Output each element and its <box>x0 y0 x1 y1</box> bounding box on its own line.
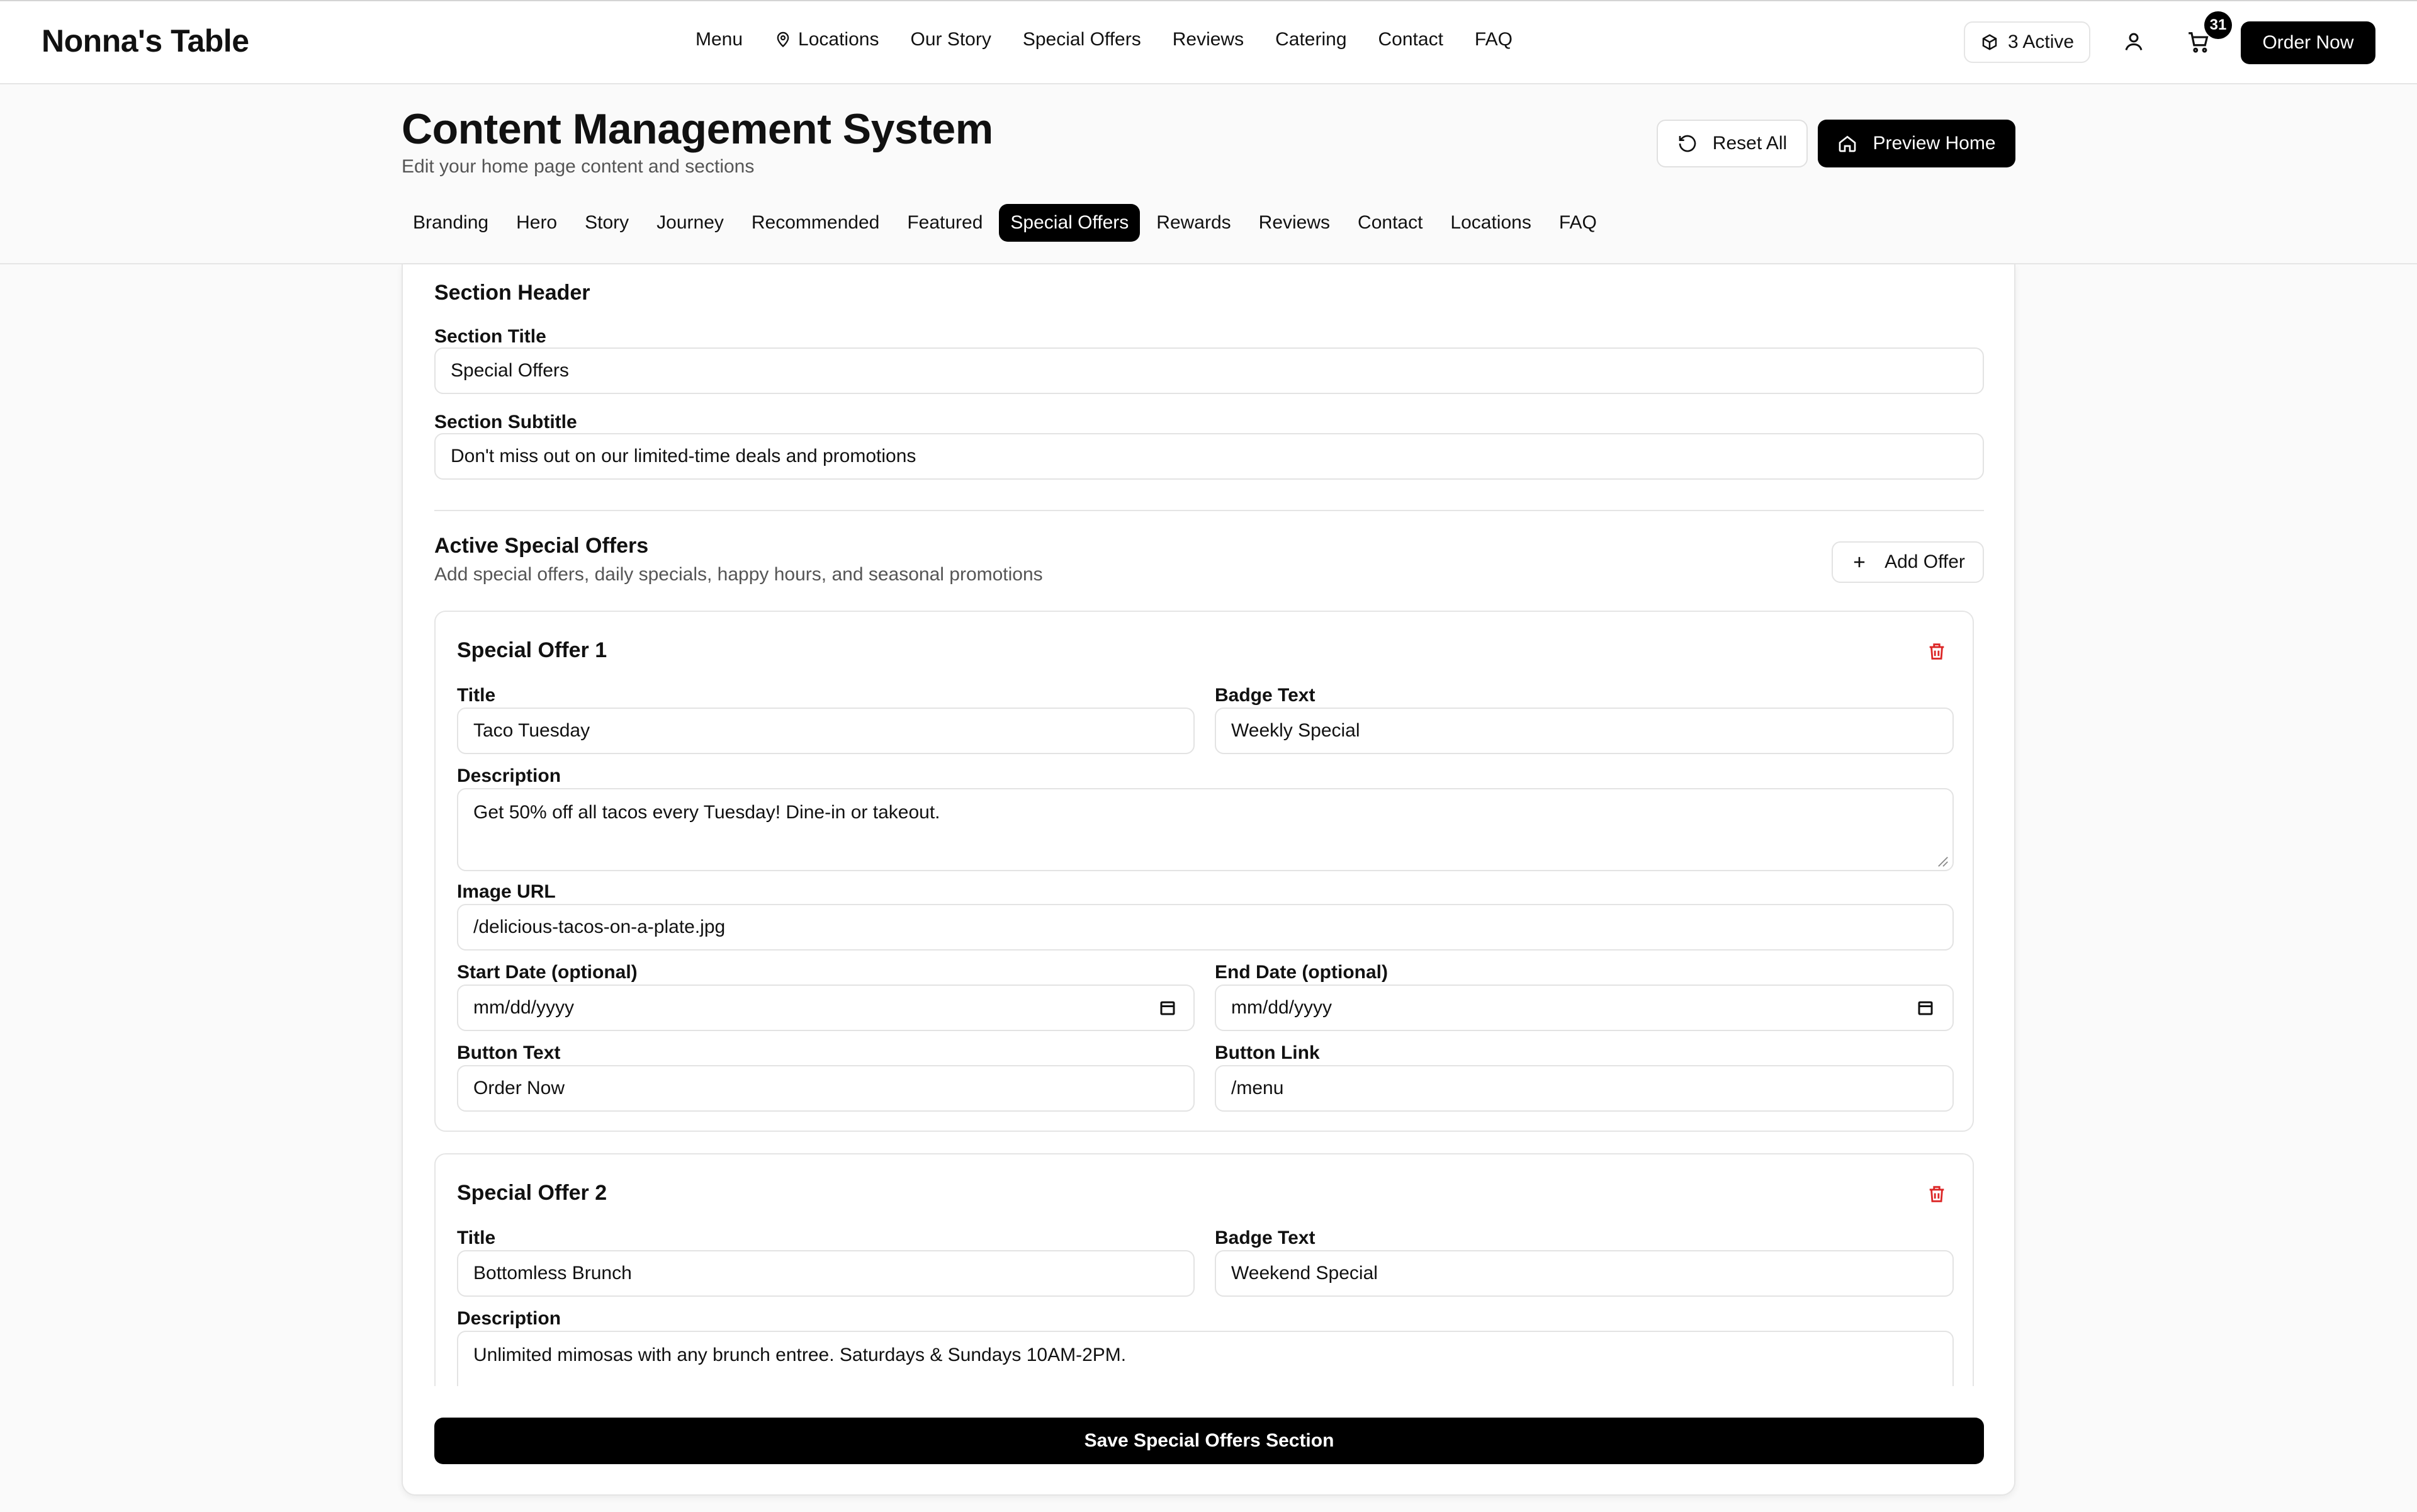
tab-rewards[interactable]: Rewards <box>1145 204 1242 242</box>
section-subtitle-input[interactable]: Don't miss out on our limited-time deals… <box>434 433 1984 480</box>
offer-title-input[interactable]: Bottomless Brunch <box>457 1250 1195 1297</box>
offer-title-label: Title <box>457 685 496 706</box>
section-header-heading: Section Header <box>434 281 590 305</box>
plus-icon <box>1854 556 1865 568</box>
offer-start-date-label: Start Date (optional) <box>457 962 638 983</box>
tab-journey[interactable]: Journey <box>645 204 735 242</box>
calendar-icon[interactable] <box>1916 998 1935 1017</box>
section-title-input[interactable]: Special Offers <box>434 347 1984 394</box>
active-offers-heading: Active Special Offers <box>434 534 649 558</box>
reset-all-label: Reset All <box>1712 133 1788 154</box>
calendar-icon[interactable] <box>1158 998 1177 1017</box>
reset-all-button[interactable]: Reset All <box>1657 120 1808 167</box>
nav-link-label: Our Story <box>910 29 991 50</box>
nav-link-label: Special Offers <box>1022 29 1141 50</box>
nav-link-label: FAQ <box>1474 29 1513 50</box>
add-offer-button[interactable]: Add Offer <box>1832 541 1984 583</box>
nav-link-label: Contact <box>1378 29 1443 50</box>
nav-link-reviews[interactable]: Reviews <box>1173 29 1244 50</box>
preview-home-label: Preview Home <box>1873 133 1996 154</box>
order-now-button[interactable]: Order Now <box>2241 21 2375 64</box>
offer-heading: Special Offer 2 <box>457 1181 607 1205</box>
offer-button-text-label: Button Text <box>457 1042 561 1063</box>
add-offer-label: Add Offer <box>1885 551 1965 572</box>
special-offers-editor-card: Section Header Section Title Special Off… <box>402 264 2015 1496</box>
preview-home-button[interactable]: Preview Home <box>1818 120 2015 167</box>
offer-badge-input[interactable]: Weekly Special <box>1215 708 1954 754</box>
section-title-label: Section Title <box>434 326 546 347</box>
cart-count-badge: 31 <box>2204 11 2232 39</box>
package-icon <box>1982 34 1997 50</box>
nav-link-label: Menu <box>696 29 743 50</box>
trash-icon[interactable] <box>1926 1183 1947 1205</box>
trash-icon[interactable] <box>1926 641 1947 662</box>
nav-link-catering[interactable]: Catering <box>1275 29 1346 50</box>
offer-end-date-input[interactable]: mm/dd/yyyy <box>1215 984 1954 1031</box>
tab-faq[interactable]: FAQ <box>1548 204 1608 242</box>
offer-description-label: Description <box>457 765 561 786</box>
offer-button-text-input[interactable]: Order Now <box>457 1065 1195 1112</box>
main-nav-links: Menu Locations Our Story Special Offers … <box>696 29 1544 50</box>
user-icon[interactable] <box>2122 30 2145 53</box>
offer-start-date-input[interactable]: mm/dd/yyyy <box>457 984 1195 1031</box>
offer-image-input[interactable]: /delicious-tacos-on-a-plate.jpg <box>457 904 1954 951</box>
offer-title-input[interactable]: Taco Tuesday <box>457 708 1195 754</box>
nav-link-locations[interactable]: Locations <box>774 29 879 50</box>
tab-special-offers[interactable]: Special Offers <box>999 204 1141 242</box>
top-navigation: Nonna's Table Menu Locations Our Story S… <box>0 1 2417 84</box>
offer-badge-label: Badge Text <box>1215 685 1316 706</box>
section-tabs: Branding Hero Story Journey Recommended … <box>402 204 1613 242</box>
save-section-button[interactable]: Save Special Offers Section <box>434 1418 1984 1464</box>
tab-featured[interactable]: Featured <box>896 204 994 242</box>
nav-link-label: Catering <box>1275 29 1347 50</box>
offer-badge-input[interactable]: Weekend Special <box>1215 1250 1954 1297</box>
offer-description-textarea[interactable]: Get 50% off all tacos every Tuesday! Din… <box>457 788 1954 871</box>
resize-handle-icon[interactable] <box>1937 856 1949 867</box>
section-divider <box>434 510 1984 511</box>
map-pin-icon <box>777 31 789 48</box>
active-offers-description: Add special offers, daily specials, happ… <box>434 564 1043 585</box>
tab-locations[interactable]: Locations <box>1439 204 1542 242</box>
offer-image-label: Image URL <box>457 881 556 902</box>
tab-reviews[interactable]: Reviews <box>1248 204 1341 242</box>
tab-story[interactable]: Story <box>573 204 640 242</box>
brand-logo-text[interactable]: Nonna's Table <box>42 23 249 59</box>
nav-link-faq[interactable]: FAQ <box>1475 29 1513 50</box>
nav-link-label: Locations <box>798 29 879 50</box>
nav-link-label: Reviews <box>1172 29 1244 50</box>
page-title: Content Management System <box>402 105 993 153</box>
active-orders-label: 3 Active <box>2008 31 2075 52</box>
offer-title-label: Title <box>457 1227 496 1248</box>
tab-recommended[interactable]: Recommended <box>740 204 891 242</box>
nav-link-our-story[interactable]: Our Story <box>910 29 991 50</box>
nav-link-special-offers[interactable]: Special Offers <box>1023 29 1141 50</box>
nav-link-contact[interactable]: Contact <box>1378 29 1443 50</box>
home-icon <box>1839 135 1856 152</box>
tab-branding[interactable]: Branding <box>402 204 500 242</box>
cms-header: Content Management System Edit your home… <box>0 84 2417 264</box>
offer-badge-label: Badge Text <box>1215 1227 1316 1248</box>
offer-end-date-label: End Date (optional) <box>1215 962 1388 983</box>
special-offer-card: Special Offer 1 Title Taco Tuesday Badge… <box>434 611 1974 1132</box>
tab-contact[interactable]: Contact <box>1346 204 1434 242</box>
tab-hero[interactable]: Hero <box>505 204 568 242</box>
offer-button-link-label: Button Link <box>1215 1042 1320 1063</box>
active-orders-pill[interactable]: 3 Active <box>1964 21 2091 63</box>
offer-description-label: Description <box>457 1308 561 1329</box>
page-subtitle: Edit your home page content and sections <box>402 156 755 177</box>
rotate-ccw-icon <box>1679 135 1696 152</box>
section-subtitle-label: Section Subtitle <box>434 412 577 432</box>
offer-heading: Special Offer 1 <box>457 638 607 662</box>
offer-button-link-input[interactable]: /menu <box>1215 1065 1954 1112</box>
nav-link-menu[interactable]: Menu <box>696 29 743 50</box>
